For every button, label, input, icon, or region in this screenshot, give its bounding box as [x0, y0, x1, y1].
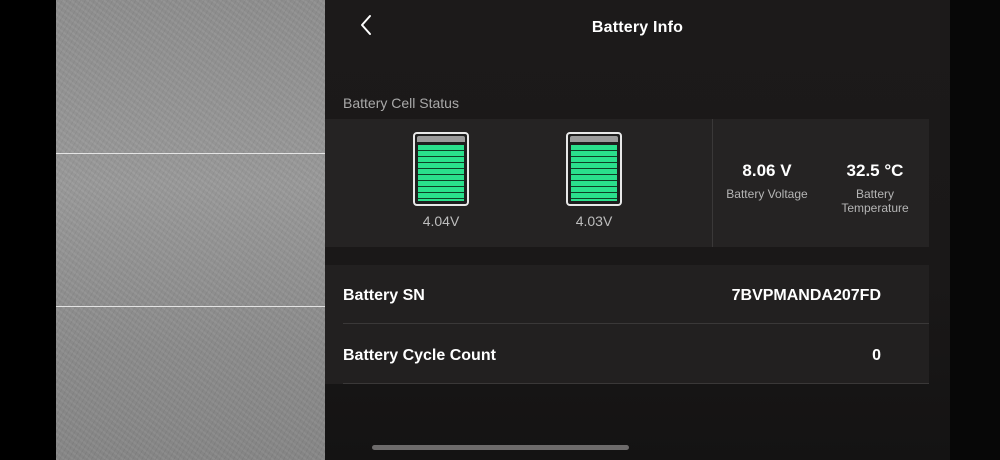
battery-voltage-label: Battery Voltage: [726, 187, 808, 201]
battery-sn-label: Battery SN: [343, 287, 425, 304]
battery-cycle-count-label: Battery Cycle Count: [343, 347, 496, 364]
cell-status-card: 4.04V 4.03V 8.06 V Battery Voltage 32.5 …: [325, 119, 929, 247]
battery-cell: 4.03V: [564, 132, 624, 229]
battery-temperature-value: 32.5 °C: [846, 161, 904, 180]
page-title: Battery Info: [591, 19, 684, 36]
cell-voltage: 4.04V: [422, 213, 460, 229]
battery-cell-icon: [566, 132, 622, 206]
divider: [712, 119, 713, 247]
battery-cell: 4.04V: [411, 132, 471, 229]
camera-grid-line: [56, 153, 325, 154]
battery-temperature-stat: 32.5 °C Battery Temperature: [825, 161, 925, 215]
cell-voltage: 4.03V: [575, 213, 613, 229]
cell-status-section-label: Battery Cell Status: [343, 95, 459, 111]
battery-temperature-label: Battery Temperature: [841, 187, 909, 215]
left-black-bar: [0, 0, 56, 460]
battery-cell-icon: [413, 132, 469, 206]
battery-cycle-count-value: 0: [872, 347, 881, 364]
battery-voltage-value: 8.06 V: [742, 161, 792, 180]
right-black-bar: [950, 0, 1000, 460]
battery-details-card: Battery SN 7BVPMANDA207FD Battery Cycle …: [325, 265, 929, 384]
camera-grid-line: [56, 306, 325, 307]
list-item-battery-sn: Battery SN 7BVPMANDA207FD: [343, 265, 929, 324]
battery-sn-value: 7BVPMANDA207FD: [731, 287, 881, 304]
camera-preview[interactable]: [56, 0, 325, 460]
list-item-battery-cycle-count: Battery Cycle Count 0: [343, 325, 929, 384]
home-indicator[interactable]: [372, 445, 629, 450]
battery-cell-level: [418, 145, 464, 201]
battery-info-panel: Battery Info Battery Cell Status 4.04V 4…: [325, 0, 950, 460]
battery-voltage-stat: 8.06 V Battery Voltage: [717, 161, 817, 201]
battery-cell-level: [571, 145, 617, 201]
